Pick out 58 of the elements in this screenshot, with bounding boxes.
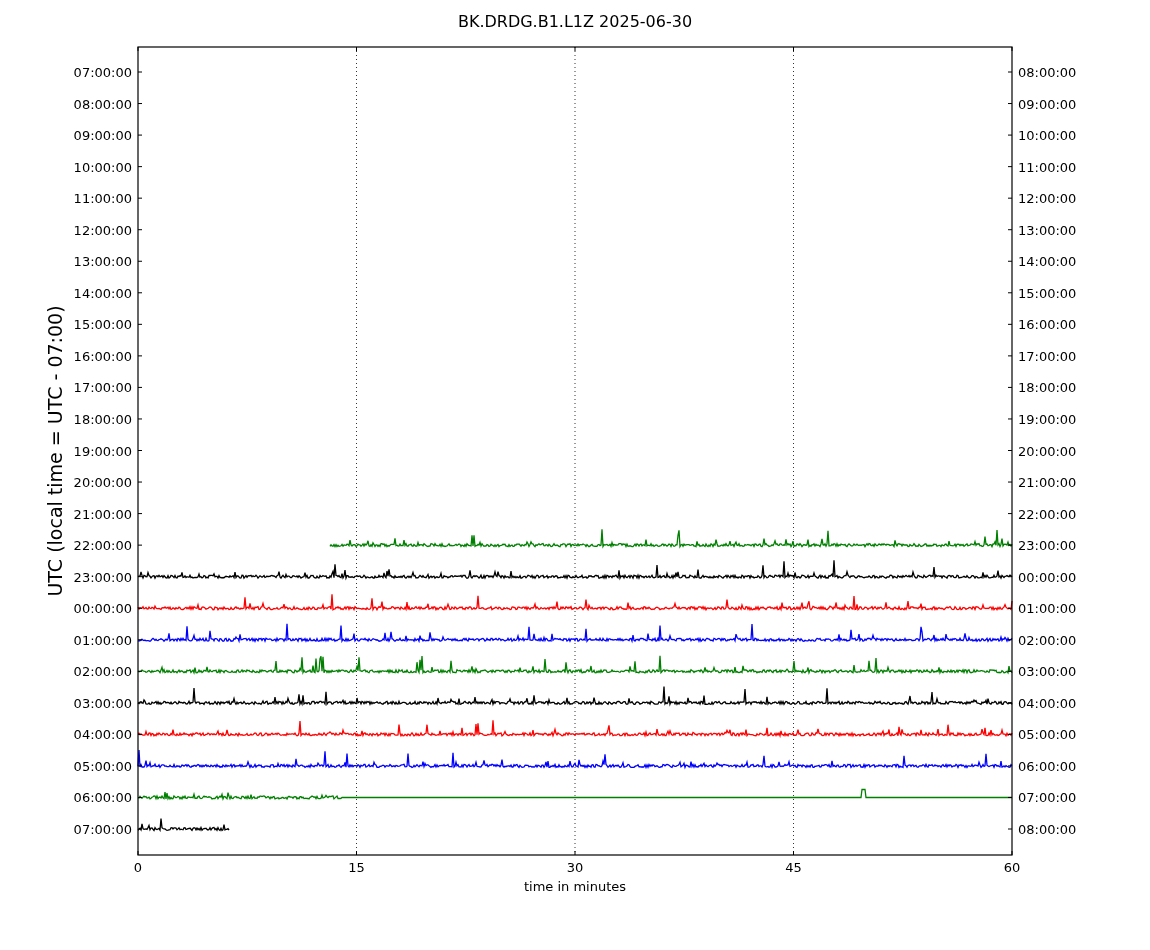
y-tick-label: 07:00:00 (73, 822, 132, 837)
y-tick-label: 16:00:00 (73, 348, 132, 364)
y-tick-label: 07:00:00 (73, 65, 132, 80)
y-tick-label: 15:00:00 (1018, 285, 1077, 301)
y-tick-label: 11:00:00 (1018, 159, 1077, 175)
y-tick-label: 22:00:00 (73, 538, 132, 554)
y-tick-label: 16:00:00 (1018, 317, 1077, 333)
y-tick-label: 05:00:00 (1018, 727, 1077, 743)
y-tick-label: 14:00:00 (73, 285, 132, 301)
axis-label: UTC (local time = UTC - 07:00) (44, 305, 66, 597)
y-tick-label: 08:00:00 (1018, 65, 1077, 80)
y-tick-label: 09:00:00 (1018, 96, 1077, 112)
y-tick-label: 18:00:00 (1018, 380, 1077, 396)
y-tick-label: 08:00:00 (1018, 822, 1077, 837)
y-tick-label: 00:00:00 (73, 601, 132, 617)
y-tick-label: 17:00:00 (73, 380, 132, 396)
y-tick-label: 21:00:00 (1018, 475, 1077, 491)
y-tick-label: 03:00:00 (73, 695, 132, 711)
y-tick-label: 12:00:00 (73, 222, 132, 238)
y-tick-label: 03:00:00 (1018, 664, 1077, 680)
y-tick-label: 00:00:00 (1018, 569, 1077, 585)
y-tick-label: 18:00:00 (73, 411, 132, 427)
y-tick-label: 13:00:00 (1018, 222, 1077, 238)
y-tick-label: 01:00:00 (73, 632, 132, 648)
axis-label: time in minutes (523, 879, 627, 894)
y-tick-label: 21:00:00 (73, 506, 132, 522)
y-tick-label: 20:00:00 (1018, 443, 1077, 459)
y-tick-label: 23:00:00 (73, 569, 132, 585)
y-tick-label: 02:00:00 (73, 664, 132, 680)
y-tick-label: 13:00:00 (73, 254, 132, 270)
y-tick-label: 17:00:00 (1018, 348, 1077, 364)
y-tick-label: 12:00:00 (1018, 191, 1077, 207)
y-tick-label: 14:00:00 (1018, 254, 1077, 270)
y-tick-label: 06:00:00 (73, 790, 132, 806)
y-tick-label: 23:00:00 (1018, 538, 1077, 554)
x-tick-label: 0 (133, 860, 143, 875)
y-tick-label: 01:00:00 (1018, 601, 1077, 617)
y-tick-label: 22:00:00 (1018, 506, 1077, 522)
y-tick-label: 02:00:00 (1018, 632, 1077, 648)
chart-title: BK.DRDG.B1.L1Z 2025-06-30 (457, 12, 693, 31)
y-tick-label: 20:00:00 (73, 475, 132, 491)
y-tick-label: 19:00:00 (73, 443, 132, 459)
x-tick-label: 45 (785, 860, 802, 875)
y-tick-label: 19:00:00 (1018, 411, 1077, 427)
x-tick-label: 60 (1003, 860, 1021, 875)
y-tick-label: 05:00:00 (73, 758, 132, 774)
y-tick-label: 07:00:00 (1018, 790, 1077, 806)
y-tick-label: 10:00:00 (1018, 128, 1077, 144)
y-tick-label: 10:00:00 (73, 159, 132, 175)
y-tick-label: 15:00:00 (73, 317, 132, 333)
y-tick-label: 09:00:00 (73, 128, 132, 144)
y-tick-label: 06:00:00 (1018, 758, 1077, 774)
y-tick-label: 04:00:00 (73, 727, 132, 743)
y-tick-label: 11:00:00 (73, 191, 132, 207)
x-tick-label: 30 (566, 860, 584, 875)
x-tick-label: 15 (348, 860, 365, 875)
y-tick-label: 04:00:00 (1018, 695, 1077, 711)
y-tick-label: 08:00:00 (73, 96, 132, 112)
